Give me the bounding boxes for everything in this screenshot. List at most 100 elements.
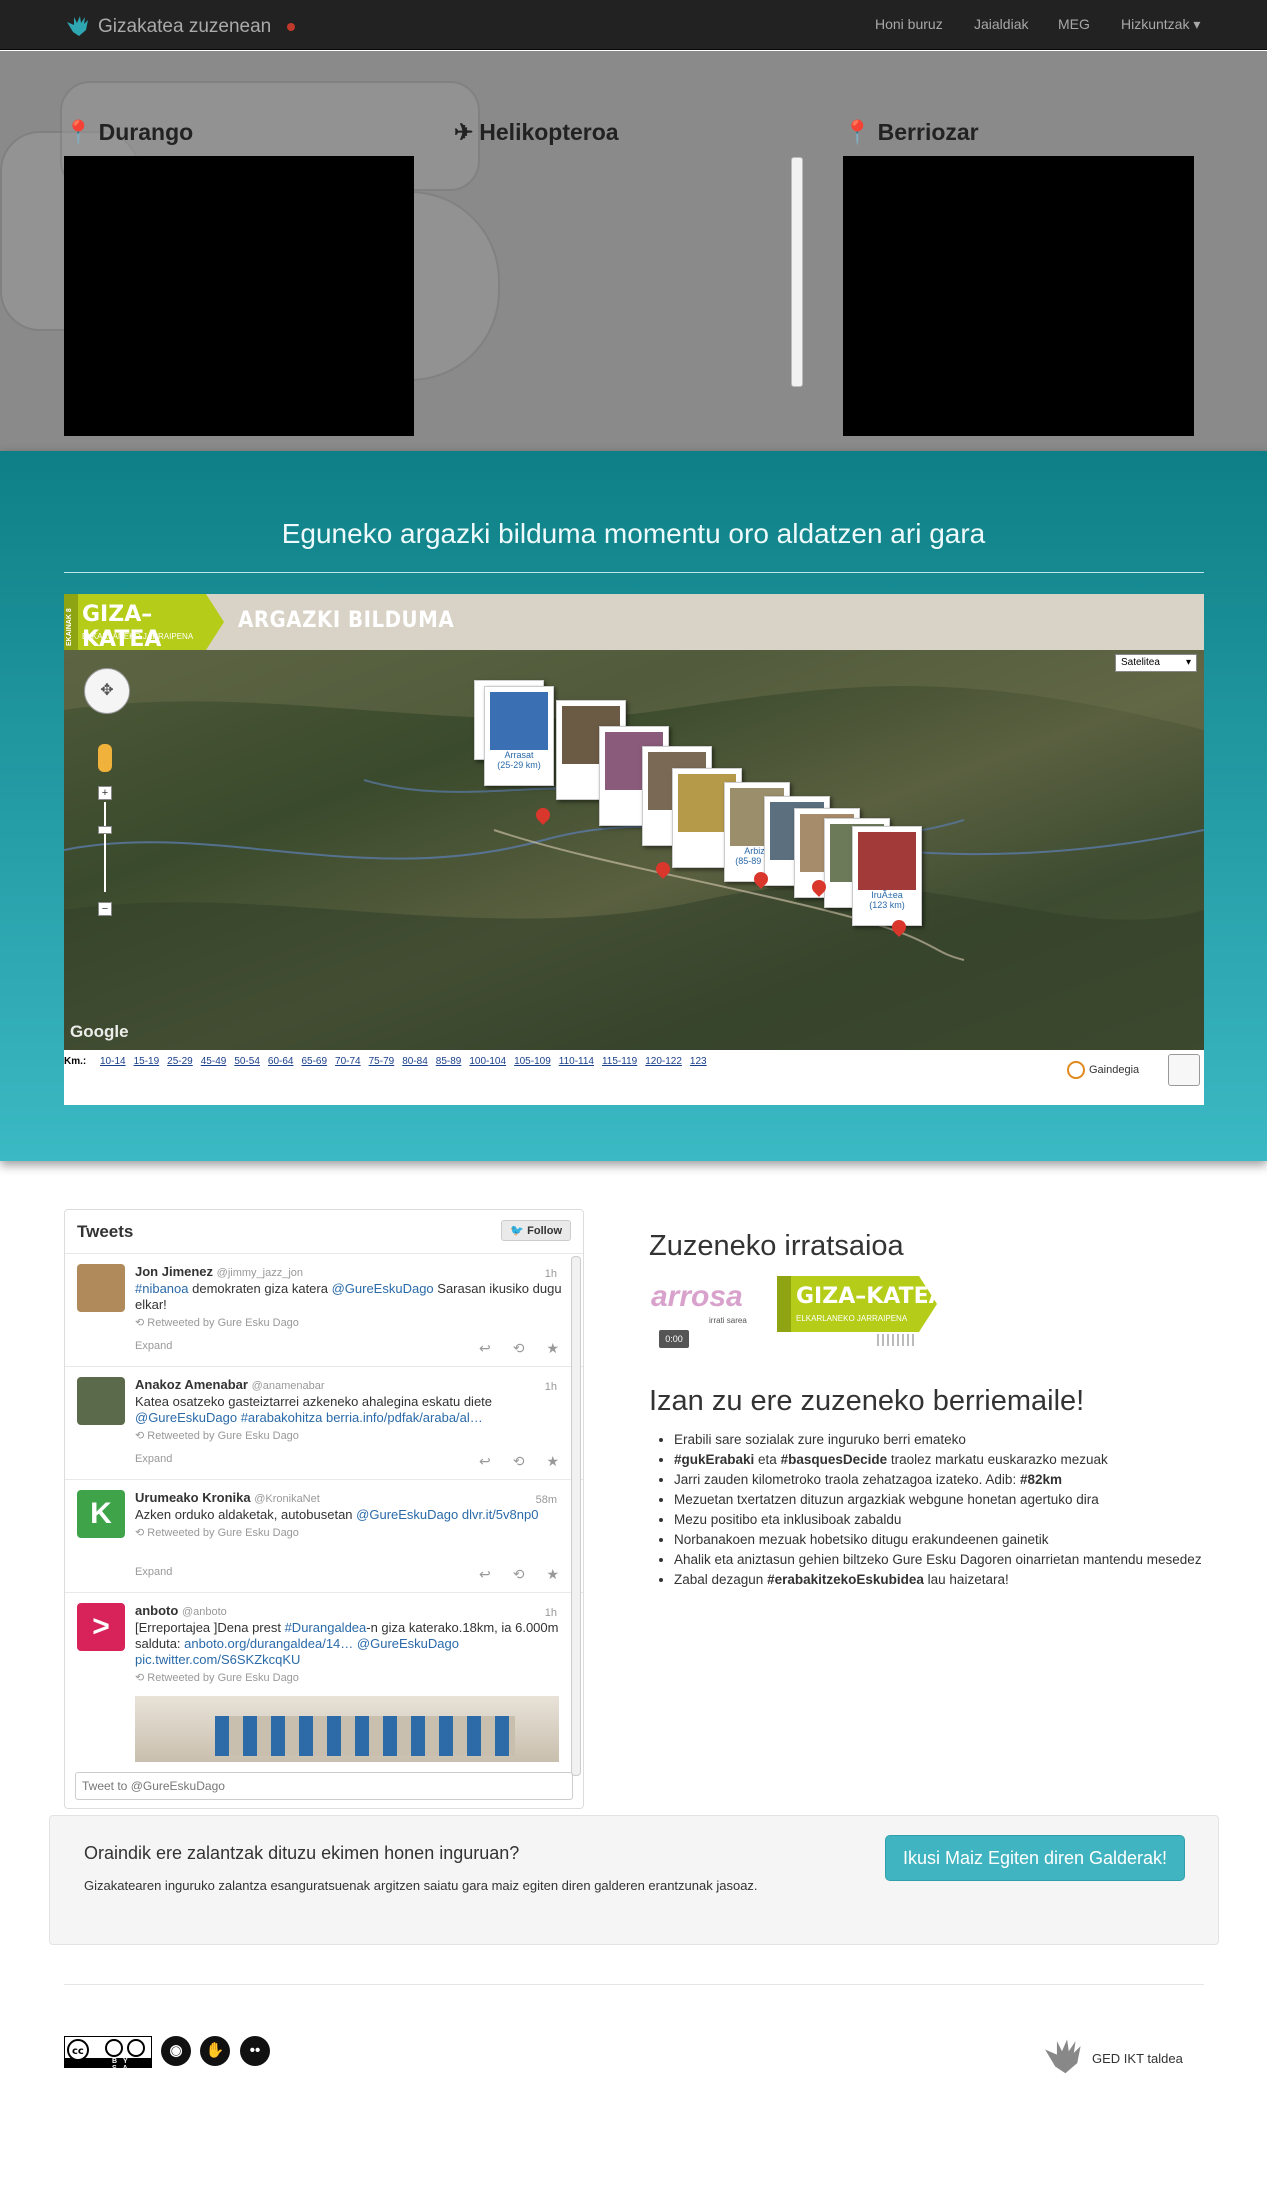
zoom-slider-track[interactable] bbox=[104, 802, 106, 892]
video-helikopteroa-scrollbar[interactable] bbox=[791, 157, 803, 387]
favorite-icon[interactable]: ★ bbox=[546, 1340, 559, 1356]
video-durango-player[interactable] bbox=[64, 156, 414, 436]
photo-km-arrasate[interactable]: (25-29 km) bbox=[497, 760, 541, 770]
photo-km-iruna[interactable]: (123 km) bbox=[869, 900, 905, 910]
video-berriozar-player[interactable] bbox=[843, 156, 1194, 436]
faq-button[interactable]: Ikusi Maiz Egiten diren Galderak! bbox=[885, 1835, 1185, 1881]
tweet-item[interactable]: Anakoz Amenabar @anamenabar 1h Katea osa… bbox=[65, 1367, 583, 1480]
nav-link-honi-buruz[interactable]: Honi buruz bbox=[875, 16, 943, 32]
km-range-link[interactable]: 45-49 bbox=[201, 1056, 227, 1067]
km-range-link[interactable]: 10-14 bbox=[100, 1056, 126, 1067]
tweet-link[interactable]: @GureEskuDago dlvr.it/5v8np0 bbox=[356, 1507, 538, 1522]
zoom-in-button[interactable]: + bbox=[98, 786, 112, 800]
expand-link[interactable]: Expand bbox=[135, 1564, 172, 1580]
reply-icon[interactable]: ↩ bbox=[479, 1453, 491, 1469]
km-range-link[interactable]: 15-19 bbox=[134, 1056, 160, 1067]
photo-label-iruna[interactable]: IruÃ±ea bbox=[871, 890, 902, 900]
pan-control-icon[interactable]: ✥ bbox=[84, 668, 130, 714]
tweet-photo[interactable] bbox=[135, 1696, 559, 1762]
reply-icon[interactable]: ↩ bbox=[479, 1340, 491, 1356]
nav-link-hizkuntzak[interactable]: Hizkuntzak ▾ bbox=[1121, 16, 1200, 33]
tweets-scrollbar[interactable] bbox=[571, 1256, 581, 1776]
avatar[interactable]: K bbox=[77, 1490, 125, 1538]
street-view-pegman-icon[interactable] bbox=[98, 744, 112, 772]
logo-sub-text: ELKARLANEKO JARRAIPENA bbox=[82, 632, 194, 641]
player-time[interactable]: 0:00 bbox=[659, 1330, 689, 1348]
tweet-item[interactable]: > anboto @anboto 1h [Erreportajea ]Dena … bbox=[65, 1593, 583, 1778]
hashtag-link[interactable]: #Durangaldea bbox=[285, 1620, 367, 1635]
tweet-handle[interactable]: @jimmy_jazz_jon bbox=[217, 1267, 303, 1279]
km-range-link[interactable]: 123 bbox=[690, 1056, 707, 1067]
hashtag-link[interactable]: #nibanoa bbox=[135, 1281, 189, 1296]
tweet-time[interactable]: 1h bbox=[545, 1605, 557, 1621]
github-icon[interactable]: ◉ bbox=[161, 2036, 191, 2066]
flickr-icon[interactable]: •• bbox=[240, 2036, 270, 2066]
km-range-link[interactable]: 120-122 bbox=[645, 1056, 682, 1067]
brand[interactable]: Gizakatea zuzenean bbox=[64, 14, 296, 40]
km-range-link[interactable]: 100-104 bbox=[469, 1056, 506, 1067]
tweet-author[interactable]: anboto bbox=[135, 1603, 178, 1618]
mention-link[interactable]: @GureEskuDago bbox=[332, 1281, 434, 1296]
nav-link-jaialdiak[interactable]: Jaialdiak bbox=[974, 16, 1028, 32]
expand-link[interactable]: Expand bbox=[135, 1338, 172, 1354]
favorite-icon[interactable]: ★ bbox=[546, 1566, 559, 1582]
km-range-link[interactable]: 75-79 bbox=[369, 1056, 395, 1067]
retweet-icon[interactable]: ⟲ bbox=[513, 1453, 525, 1469]
photo-label-arrasate[interactable]: Arrasat bbox=[504, 750, 533, 760]
km-range-link[interactable]: 50-54 bbox=[234, 1056, 260, 1067]
tweet-handle[interactable]: @anamenabar bbox=[252, 1380, 325, 1392]
tweet-time[interactable]: 1h bbox=[545, 1379, 557, 1395]
gaindegia-logo: Gaindegia bbox=[1067, 1056, 1145, 1084]
reporter-tip-part: lau haizetara! bbox=[923, 1572, 1009, 1587]
follow-button[interactable]: 🐦 Follow bbox=[501, 1220, 571, 1241]
tweet-author[interactable]: Urumeako Kronika bbox=[135, 1490, 251, 1505]
km-range-link[interactable]: 80-84 bbox=[402, 1056, 428, 1067]
hand-logo-icon[interactable]: ✋ bbox=[200, 2036, 230, 2066]
tweet-item[interactable]: Jon Jimenez @jimmy_jazz_jon 1h #nibanoa … bbox=[65, 1254, 583, 1367]
map-type-select[interactable]: Satelitea ▾ bbox=[1115, 654, 1197, 672]
ged-team-link[interactable]: GED IKT taldea bbox=[1040, 2036, 1183, 2080]
tweet-item[interactable]: K Urumeako Kronika @KronikaNet 58m Azken… bbox=[65, 1480, 583, 1593]
retweet-note: ⟲ Retweeted by Gure Esku Dago bbox=[135, 1670, 569, 1686]
photo-thumb-iruna[interactable]: IruÃ±ea (123 km) bbox=[852, 826, 922, 926]
km-range-link[interactable]: 70-74 bbox=[335, 1056, 361, 1067]
km-range-link[interactable]: 105-109 bbox=[514, 1056, 551, 1067]
km-filter-bar: Km.: 10-14 15-19 25-29 45-49 50-54 60-64 65-69… bbox=[64, 1050, 1204, 1090]
km-range-link[interactable]: 65-69 bbox=[301, 1056, 327, 1067]
tweet-handle[interactable]: @KronikaNet bbox=[254, 1493, 320, 1505]
km-range-link[interactable]: 60-64 bbox=[268, 1056, 294, 1067]
map-header bbox=[64, 594, 1204, 650]
favorite-icon[interactable]: ★ bbox=[546, 1453, 559, 1469]
live-dot-icon bbox=[287, 23, 296, 31]
tweet-author[interactable]: Anakoz Amenabar bbox=[135, 1377, 248, 1392]
tweet-time[interactable]: 1h bbox=[545, 1266, 557, 1282]
retweet-icon[interactable]: ⟲ bbox=[513, 1340, 525, 1356]
retweet-note: ⟲ Retweeted by Gure Esku Dago bbox=[135, 1525, 569, 1541]
volume-icon[interactable] bbox=[877, 1334, 917, 1346]
avatar[interactable] bbox=[77, 1264, 125, 1312]
zoom-out-button[interactable]: − bbox=[98, 902, 112, 916]
nav-link-meg[interactable]: MEG bbox=[1058, 16, 1090, 32]
tweet-link[interactable]: @GureEskuDago #arabakohitza berria.info/… bbox=[135, 1410, 483, 1425]
retweet-icon: ⟲ bbox=[135, 1527, 145, 1539]
tweet-handle[interactable]: @anboto bbox=[182, 1606, 227, 1618]
photo-thumb-arrasate[interactable]: Arrasat (25-29 km) bbox=[484, 686, 554, 786]
km-range-link[interactable]: 115-119 bbox=[602, 1056, 637, 1067]
tweet-compose-input[interactable]: Tweet to @GureEskuDago bbox=[75, 1772, 573, 1800]
tweet-author[interactable]: Jon Jimenez bbox=[135, 1264, 213, 1279]
zoom-slider-handle[interactable] bbox=[98, 826, 112, 834]
avatar[interactable]: > bbox=[77, 1603, 125, 1651]
brand-title: Gizakatea zuzenean bbox=[98, 16, 272, 37]
avatar[interactable] bbox=[77, 1377, 125, 1425]
retweet-icon[interactable]: ⟲ bbox=[513, 1566, 525, 1582]
expand-link[interactable]: Expand bbox=[135, 1451, 172, 1467]
km-range-link[interactable]: 110-114 bbox=[559, 1056, 594, 1067]
tweet-link[interactable]: anboto.org/durangaldea/14… @GureEskuDago… bbox=[135, 1636, 459, 1667]
reply-icon[interactable]: ↩ bbox=[479, 1566, 491, 1582]
satellite-map[interactable]: ✥ + − Google Satelitea ▾ Arrasat (25-29 k… bbox=[64, 650, 1204, 1050]
km-range-link[interactable]: 25-29 bbox=[167, 1056, 193, 1067]
km-range-link[interactable]: 85-89 bbox=[436, 1056, 462, 1067]
tweet-time[interactable]: 58m bbox=[536, 1492, 557, 1508]
photo-image bbox=[858, 832, 916, 890]
cc-license-badge[interactable]: cc BY SA bbox=[64, 2036, 152, 2072]
